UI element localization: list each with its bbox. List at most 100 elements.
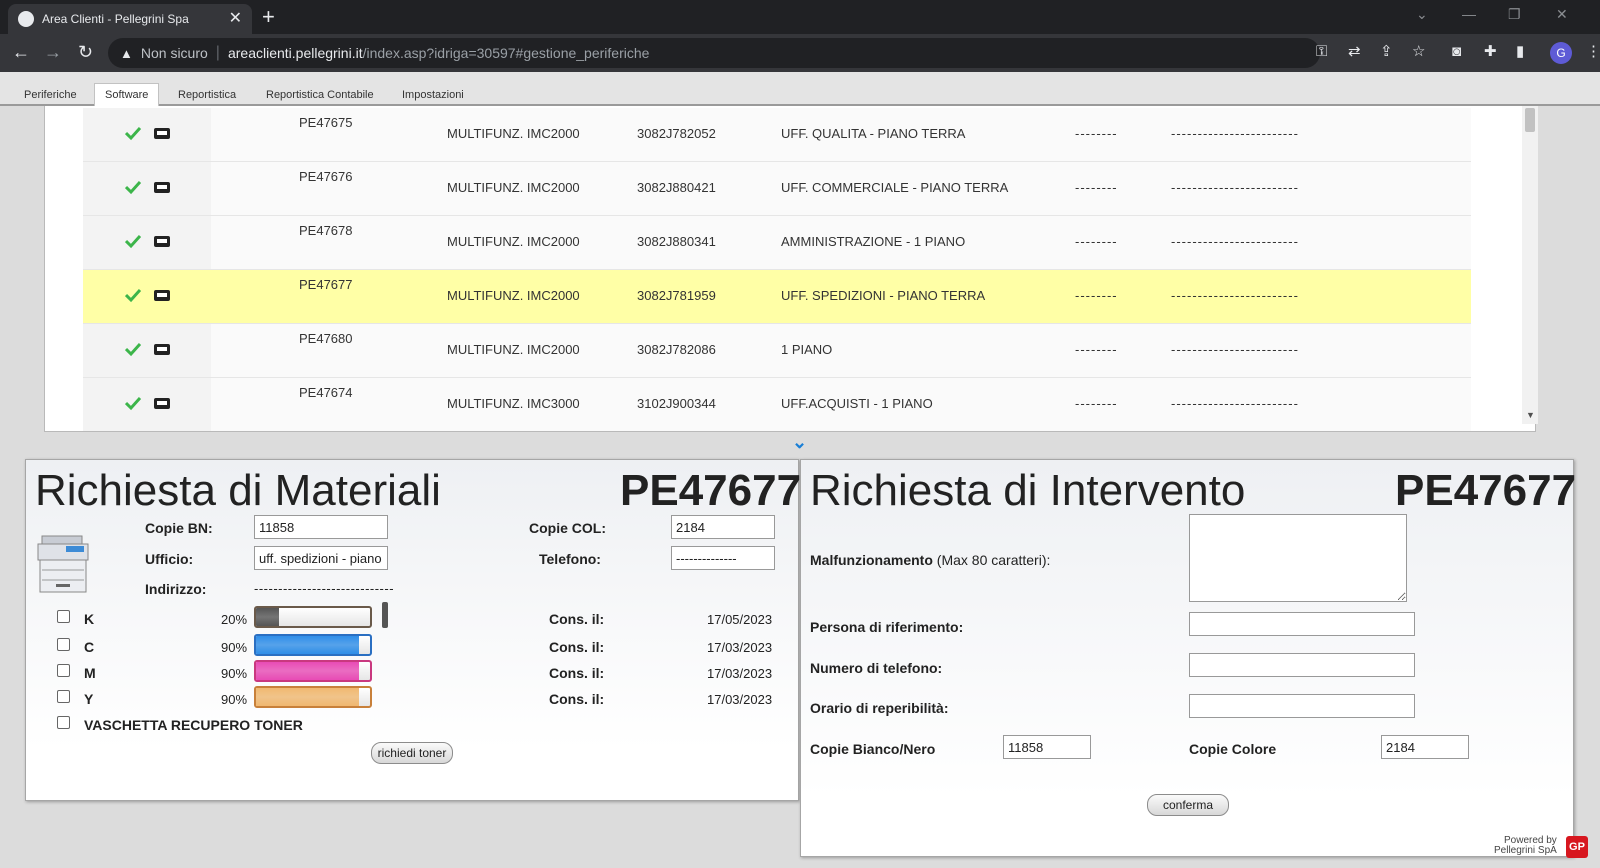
availability-input[interactable] [1189,694,1415,718]
toner-k-date: 17/05/2023 [707,612,773,627]
cons-label: Cons. il: [549,691,605,707]
printer-icon[interactable] [154,128,170,139]
tab-periferiche[interactable]: Periferiche [14,84,87,106]
url-path: /index.asp?idriga=30597#gestione_perifer… [362,45,650,61]
device-model: MULTIFUNZ. IMC2000 [447,126,580,141]
indirizzo-value: ----------------------------- [254,581,395,596]
toner-c-label: C [84,639,95,655]
telefono-label: Telefono: [539,551,601,567]
tab-reportistica-contabile[interactable]: Reportistica Contabile [256,84,384,106]
printer-icon[interactable] [154,344,170,355]
window-close-icon[interactable]: ✕ [1556,6,1568,23]
persona-input[interactable] [1189,612,1415,636]
powered-by-line2: Pellegrini SpA [1494,845,1557,856]
device-field-1: -------- [1075,180,1118,195]
device-field-2: ------------------------ [1171,180,1299,195]
malfunction-hint: (Max 80 caratteri): [936,552,1051,568]
table-row[interactable]: PE47675 MULTIFUNZ. IMC2000 3082J782052 U… [83,108,1471,162]
device-serial: 3082J781959 [637,288,716,303]
telefono-input[interactable] [671,546,775,570]
camera-icon[interactable]: ◙ [1452,43,1461,61]
back-icon[interactable]: ← [12,42,30,62]
toner-level-fill [256,636,359,654]
table-row[interactable]: PE47676 MULTIFUNZ. IMC2000 3082J880421 U… [83,162,1471,216]
warning-icon: ▲ [120,45,133,61]
toner-y-percent: 90% [221,692,248,707]
availability-label: Orario di reperibilità: [810,700,949,716]
device-field-2: ------------------------ [1171,288,1299,303]
device-field-1: -------- [1075,396,1118,411]
device-model: MULTIFUNZ. IMC2000 [447,342,580,357]
checkbox-waste-toner[interactable] [57,716,70,729]
table-row-selected[interactable]: PE47677 MULTIFUNZ. IMC2000 3082J781959 U… [83,270,1471,324]
device-model: MULTIFUNZ. IMC3000 [447,396,580,411]
key-icon[interactable]: ⚿ [1316,43,1327,61]
copie-bn-input[interactable] [1003,735,1091,759]
checkbox-toner-m[interactable] [57,664,70,677]
bookmark-star-icon[interactable]: ☆ [1412,43,1425,61]
tab-software[interactable]: Software [94,83,160,106]
side-panel-icon[interactable]: ▮ [1516,43,1524,61]
check-icon [125,126,141,141]
malfunction-label-text: Malfunzionamento [810,552,933,568]
table-row[interactable]: PE47674 MULTIFUNZ. IMC3000 3102J900344 U… [83,378,1471,431]
checkbox-toner-k[interactable] [57,610,70,623]
printer-icon[interactable] [154,290,170,301]
chevron-down-icon[interactable]: ⌄ [792,433,807,451]
printer-icon[interactable] [154,182,170,193]
copie-col-input[interactable] [671,515,775,539]
phone-input[interactable] [1189,653,1415,677]
share-icon[interactable]: ⇪ [1380,43,1393,61]
copie-bn-label: Copie BN: [145,520,213,536]
tab-title: Area Clienti - Pellegrini Spa [42,12,189,26]
powered-by: Powered by Pellegrini SpA [1494,836,1557,856]
malfunction-textarea[interactable] [1189,514,1407,602]
close-tab-icon[interactable]: ✕ [229,11,242,27]
url-separator: | [215,44,220,61]
printer-icon[interactable] [154,236,170,247]
tab-impostazioni[interactable]: Impostazioni [392,84,474,106]
device-field-1: -------- [1075,342,1118,357]
scroll-down-icon[interactable]: ▼ [1526,410,1535,420]
toner-k-percent: 20% [221,612,248,627]
address-bar[interactable]: ▲ Non sicuro | areaclienti.pellegrini.it… [108,38,1320,68]
tab-search-icon[interactable]: ⌄ [1416,6,1428,23]
checkbox-toner-c[interactable] [57,638,70,651]
check-icon [125,234,141,249]
new-tab-button[interactable]: + [262,5,275,29]
request-toner-button[interactable]: richiedi toner [371,742,453,764]
materials-title: Richiesta di Materiali [35,466,441,515]
extensions-icon[interactable]: ✚ [1484,43,1497,61]
device-serial: 3082J880421 [637,180,716,195]
ufficio-input[interactable] [254,546,388,570]
menu-icon[interactable]: ⋮ [1586,43,1600,61]
reload-icon[interactable]: ↻ [78,42,93,62]
copie-bn-input[interactable] [254,515,388,539]
scroll-thumb[interactable] [1525,108,1535,132]
waste-toner-label: VASCHETTA RECUPERO TONER [84,717,303,733]
device-code: PE47675 [299,115,353,130]
toner-c-level-bar [254,634,372,656]
browser-tab[interactable]: Area Clienti - Pellegrini Spa ✕ [8,4,252,34]
globe-icon [18,11,34,27]
minimize-icon[interactable]: — [1462,6,1476,22]
confirm-button[interactable]: conferma [1147,794,1229,816]
checkbox-toner-y[interactable] [57,690,70,703]
toner-bottle-icon [382,602,388,628]
translate-icon[interactable]: ⇄ [1348,43,1361,61]
profile-avatar[interactable]: G [1550,42,1572,64]
restore-icon[interactable]: ❐ [1508,6,1521,23]
app-tab-bar: Periferiche Software Reportistica Report… [0,72,1600,106]
device-serial: 3082J880341 [637,234,716,249]
check-icon [125,288,141,303]
table-row[interactable]: PE47678 MULTIFUNZ. IMC2000 3082J880341 A… [83,216,1471,270]
forward-icon[interactable]: → [44,42,62,62]
printer-icon[interactable] [154,398,170,409]
device-serial: 3082J782052 [637,126,716,141]
tab-reportistica[interactable]: Reportistica [168,84,246,106]
table-scrollbar[interactable]: ▼ [1522,106,1538,424]
copie-colore-input[interactable] [1381,735,1469,759]
device-model: MULTIFUNZ. IMC2000 [447,234,580,249]
table-row[interactable]: PE47680 MULTIFUNZ. IMC2000 3082J782086 1… [83,324,1471,378]
cons-label: Cons. il: [549,639,605,655]
